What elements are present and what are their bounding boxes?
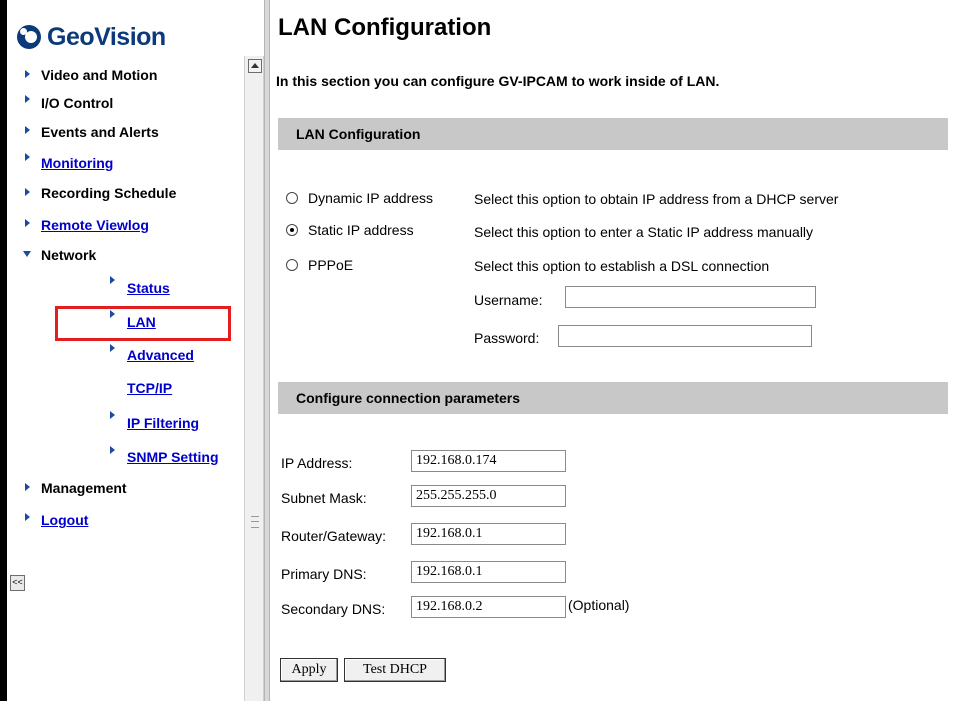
chevron-right-icon [110,446,115,454]
password-field[interactable] [558,325,812,347]
option-description: Select this option to enter a Static IP … [474,224,814,240]
section-title: Configure connection parameters [296,390,521,406]
radio-label: Static IP address [308,222,414,238]
chevron-right-icon [25,188,30,196]
logo-text: GeoVision [47,22,166,51]
sidebar-subitem-advanced[interactable]: Advanced [127,347,194,363]
sidebar-item-video-and-motion[interactable]: Video and Motion [41,67,157,83]
username-field[interactable] [565,286,816,308]
section-title: LAN Configuration [296,126,421,142]
collapse-sidebar-button[interactable]: << [10,575,25,591]
subnet-mask-label: Subnet Mask: [281,490,367,506]
router-gateway-field[interactable]: 192.168.0.1 [411,523,566,545]
section-header-connection-parameters: Configure connection parameters [278,382,948,414]
section-header-lan-configuration: LAN Configuration [278,118,948,150]
router-gateway-label: Router/Gateway: [281,528,387,544]
chevron-right-icon [25,95,30,103]
ip-address-label: IP Address: [281,455,353,471]
lan-highlight-box [55,306,231,341]
chevron-down-icon [23,251,31,257]
chevron-right-icon [110,411,115,419]
test-dhcp-button[interactable]: Test DHCP [344,658,446,682]
sidebar-subitem-ip-filtering[interactable]: IP Filtering [127,415,199,431]
chevron-right-icon [110,276,115,284]
sidebar-item-remote-viewlog[interactable]: Remote Viewlog [41,217,149,233]
intro-text: In this section you can configure GV-IPC… [276,73,720,89]
radio-button-icon[interactable] [286,259,298,271]
scroll-grip-icon[interactable] [251,516,259,528]
option-description: Select this option to establish a DSL co… [474,258,770,274]
ip-address-field[interactable]: 192.168.0.174 [411,450,566,472]
chevron-right-icon [25,70,30,78]
sidebar-item-events-and-alerts[interactable]: Events and Alerts [41,124,159,140]
sidebar-subitem-tcpip[interactable]: TCP/IP [127,380,172,396]
sidebar-item-logout[interactable]: Logout [41,512,88,528]
chevron-right-icon [110,344,115,352]
apply-button[interactable]: Apply [280,658,338,682]
page-title: LAN Configuration [278,14,492,41]
username-label: Username: [474,292,543,308]
sidebar-item-io-control[interactable]: I/O Control [41,95,113,111]
radio-static-ip[interactable]: Static IP address [286,222,414,238]
subnet-mask-field[interactable]: 255.255.255.0 [411,485,566,507]
radio-button-checked-icon[interactable] [286,224,298,236]
secondary-dns-label: Secondary DNS: [281,601,386,617]
option-description: Select this option to obtain IP address … [474,191,839,207]
chevron-right-icon [25,513,30,521]
chevron-right-icon [25,126,30,134]
radio-dynamic-ip[interactable]: Dynamic IP address [286,190,433,206]
scroll-up-arrow-icon[interactable] [248,59,262,73]
radio-pppoe[interactable]: PPPoE [286,257,353,273]
primary-dns-field[interactable]: 192.168.0.1 [411,561,566,583]
radio-label: Dynamic IP address [308,190,434,206]
sidebar-subitem-status[interactable]: Status [127,280,170,296]
sidebar-item-recording-schedule[interactable]: Recording Schedule [41,185,176,201]
secondary-dns-field[interactable]: 192.168.0.2 [411,596,566,618]
sidebar-item-network[interactable]: Network [41,247,96,263]
window-frame [0,0,7,701]
logo: GeoVision [17,20,166,54]
primary-dns-label: Primary DNS: [281,566,367,582]
optional-note: (Optional) [568,597,630,613]
password-label: Password: [474,330,540,346]
chevron-right-icon [25,483,30,491]
main-content: LAN Configuration In this section you ca… [270,0,956,701]
chevron-right-icon [25,219,30,227]
radio-label: PPPoE [308,257,354,273]
geovision-logo-icon [17,25,41,49]
sidebar-scrollbar[interactable] [244,56,264,701]
sidebar: GeoVision Video and Motion I/O Control E… [7,0,244,701]
sidebar-item-management[interactable]: Management [41,480,127,496]
sidebar-subitem-snmp-setting[interactable]: SNMP Setting [127,449,219,465]
chevron-right-icon [25,153,30,161]
sidebar-item-monitoring[interactable]: Monitoring [41,155,113,171]
radio-button-icon[interactable] [286,192,298,204]
